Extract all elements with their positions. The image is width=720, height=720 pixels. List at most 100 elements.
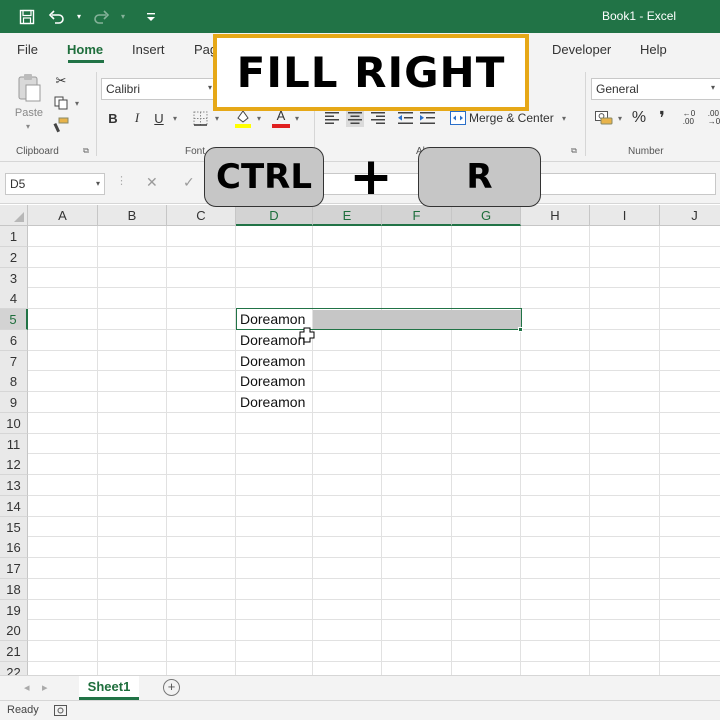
save-icon[interactable] (14, 4, 40, 30)
column-header-e[interactable]: E (313, 205, 382, 226)
select-all-button[interactable] (0, 205, 28, 226)
row-header-13[interactable]: 13 (0, 475, 28, 496)
tab-file[interactable]: File (17, 42, 38, 57)
font-name-combo[interactable]: Calibri ▾ (101, 78, 216, 100)
row-header-12[interactable]: 12 (0, 454, 28, 476)
row-header-18[interactable]: 18 (0, 578, 28, 600)
row-header-4[interactable]: 4 (0, 288, 28, 310)
merge-center-label[interactable]: Merge & Center (469, 110, 555, 126)
row-header-21[interactable]: 21 (0, 641, 28, 662)
undo-icon[interactable] (44, 4, 70, 30)
previous-sheet-icon[interactable]: ◂ (24, 681, 30, 694)
cell-d8[interactable]: Doreamon (240, 371, 305, 391)
column-header-g[interactable]: G (452, 205, 521, 226)
paste-chevron-down-icon[interactable]: ▾ (18, 120, 38, 132)
column-header-i[interactable]: I (590, 205, 660, 226)
redo-dropdown-chevron-icon[interactable]: ▾ (118, 4, 128, 30)
copy-chevron-down-icon[interactable]: ▾ (72, 96, 82, 110)
cancel-entry-icon[interactable]: ✕ (146, 174, 158, 191)
row-header-20[interactable]: 20 (0, 620, 28, 642)
merge-center-chevron-down-icon[interactable]: ▾ (559, 111, 569, 125)
column-header-f[interactable]: F (382, 205, 452, 226)
grid-line (166, 226, 167, 675)
row-header-22[interactable]: 22 (0, 661, 28, 675)
align-right-icon[interactable] (369, 109, 387, 127)
worksheet-grid[interactable]: ABCDEFGHIJ 1 2 3 4 5 6 7 8 9 10 11 12 13 14 15 16 17 18 19… (0, 205, 720, 675)
column-header-a[interactable]: A (28, 205, 98, 226)
clipboard-dialog-launcher-icon[interactable]: ⧉ (81, 146, 91, 156)
column-header-j[interactable]: J (660, 205, 720, 226)
grid-line (28, 557, 720, 558)
row-header-19[interactable]: 19 (0, 599, 28, 621)
increase-decimal-icon[interactable]: ←0.00 (679, 109, 699, 127)
tab-home[interactable]: Home (67, 42, 103, 57)
paste-button-label[interactable]: Paste (8, 106, 50, 120)
row-header-15[interactable]: 15 (0, 516, 28, 538)
row-header-6[interactable]: 6 (0, 329, 28, 351)
group-label-font: Font (185, 146, 206, 157)
increase-indent-icon[interactable] (418, 109, 436, 127)
underline-icon[interactable]: U (150, 109, 168, 127)
sheet-tab-sheet1[interactable]: Sheet1 (79, 676, 139, 700)
row-header-16[interactable]: 16 (0, 537, 28, 559)
row-header-2[interactable]: 2 (0, 246, 28, 268)
next-sheet-icon[interactable]: ▸ (42, 681, 48, 694)
cell-d6[interactable]: Doreamon (240, 330, 305, 350)
cut-icon[interactable]: ✂ (52, 72, 70, 90)
format-painter-icon[interactable] (52, 116, 70, 134)
accounting-format-icon[interactable] (594, 109, 614, 127)
cell-d9[interactable]: Doreamon (240, 392, 305, 412)
accounting-chevron-down-icon[interactable]: ▾ (615, 111, 625, 125)
column-header-d[interactable]: D (236, 205, 313, 226)
decrease-indent-icon[interactable] (396, 109, 414, 127)
row-header-11[interactable]: 11 (0, 433, 28, 455)
merge-center-icon[interactable] (449, 109, 467, 127)
cell-d7[interactable]: Doreamon (240, 351, 305, 371)
undo-dropdown-chevron-icon[interactable]: ▾ (74, 4, 84, 30)
row-header-10[interactable]: 10 (0, 412, 28, 434)
number-format-combo[interactable]: General ▾ (591, 78, 720, 100)
column-header-h[interactable]: H (521, 205, 590, 226)
row-header-1[interactable]: 1 (0, 226, 28, 247)
grid-line (28, 515, 720, 517)
row-header-5[interactable]: 5 (0, 309, 28, 330)
decrease-decimal-icon[interactable]: .00 →0 (704, 109, 720, 127)
row-header-17[interactable]: 17 (0, 558, 28, 579)
align-center-icon[interactable] (346, 109, 364, 127)
fill-handle[interactable] (518, 326, 523, 332)
borders-chevron-down-icon[interactable]: ▾ (212, 111, 222, 125)
alignment-dialog-launcher-icon[interactable]: ⧉ (569, 146, 579, 156)
row-header-8[interactable]: 8 (0, 371, 28, 393)
underline-chevron-down-icon[interactable]: ▾ (170, 111, 180, 125)
add-sheet-icon[interactable]: + (163, 679, 180, 696)
percent-icon[interactable]: % (630, 108, 648, 128)
font-color-chevron-down-icon[interactable]: ▾ (292, 111, 302, 125)
align-left-icon[interactable] (323, 109, 341, 127)
grid-line (28, 494, 720, 496)
grid-line (28, 474, 720, 475)
customize-qat-icon[interactable] (138, 4, 164, 30)
tab-insert[interactable]: Insert (132, 42, 165, 57)
tab-developer[interactable]: Developer (552, 42, 611, 57)
row-header-9[interactable]: 9 (0, 392, 28, 413)
fill-color-chevron-down-icon[interactable]: ▾ (254, 111, 264, 125)
column-header-b[interactable]: B (98, 205, 167, 226)
macro-recording-icon[interactable] (54, 705, 67, 716)
copy-icon[interactable] (52, 94, 70, 112)
tab-help[interactable]: Help (640, 42, 667, 57)
cell-area[interactable] (28, 226, 720, 675)
row-header-3[interactable]: 3 (0, 267, 28, 289)
redo-icon[interactable] (88, 4, 114, 30)
borders-icon[interactable] (191, 109, 209, 127)
column-header-c[interactable]: C (167, 205, 236, 226)
comma-style-icon[interactable]: ❜ (654, 108, 670, 128)
name-box[interactable]: D5 ▾ (5, 173, 105, 195)
bold-icon[interactable]: B (104, 109, 122, 127)
grid-line (235, 226, 236, 675)
row-header-14[interactable]: 14 (0, 495, 28, 517)
confirm-entry-icon[interactable]: ✓ (183, 174, 195, 191)
excel-window: ▾ ▾ Book1 - Excel File Home Insert Pag D… (0, 0, 720, 720)
paste-icon[interactable] (14, 72, 44, 104)
italic-icon[interactable]: I (128, 109, 146, 127)
row-header-7[interactable]: 7 (0, 350, 28, 372)
